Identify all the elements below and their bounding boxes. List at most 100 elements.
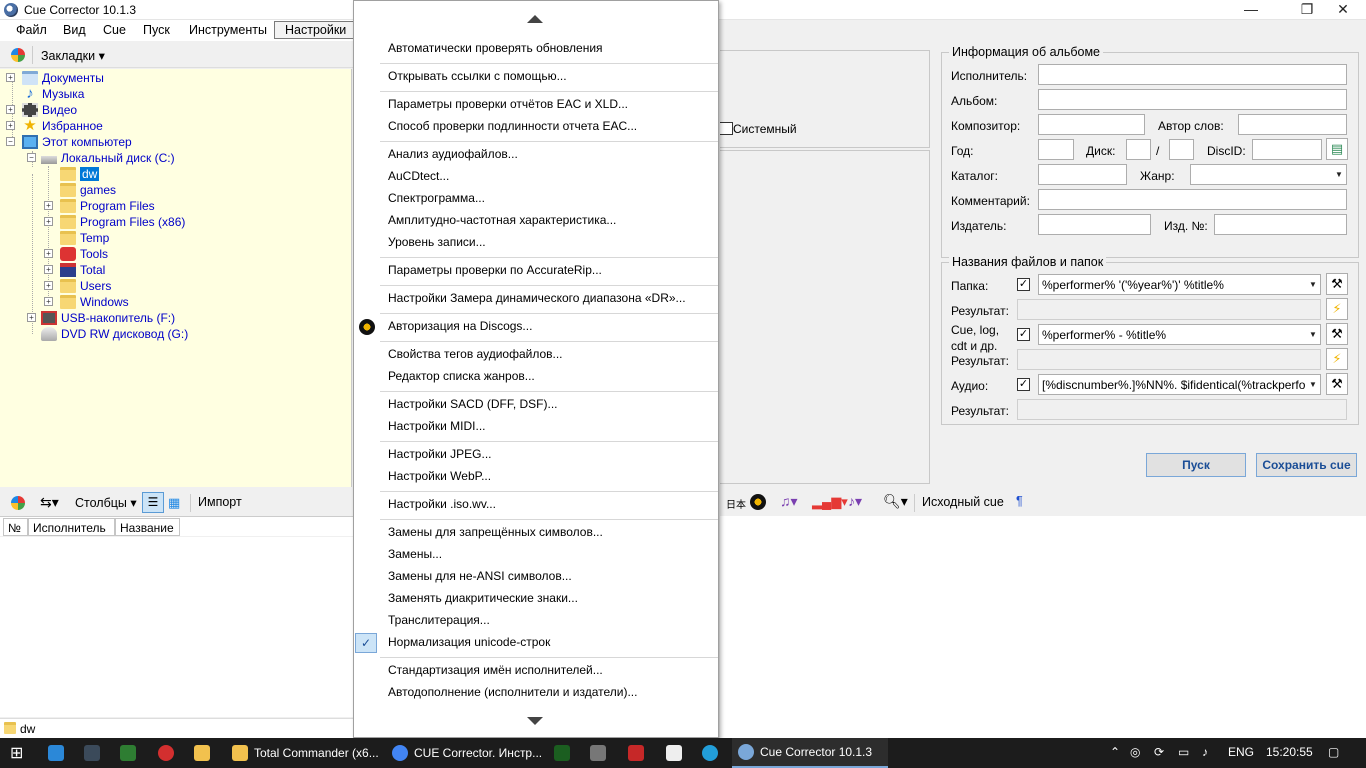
cue-content-area[interactable] [720, 516, 1366, 738]
column-number[interactable]: № [3, 518, 28, 536]
search-icon[interactable]: 🔍︎▾ [883, 493, 908, 510]
menu-item-diacritics[interactable]: Заменять диакритические знаки... [388, 588, 578, 608]
menu-view[interactable]: Вид [63, 23, 86, 37]
folder-tree[interactable]: + Документы ♪ Музыка + Видео + ★ Избранн… [0, 69, 352, 487]
album-input[interactable] [1038, 89, 1347, 110]
tree-node-favorites[interactable]: ★ Избранное [22, 118, 103, 134]
menu-item-discogs-auth[interactable]: Авторизация на Discogs... [388, 316, 532, 336]
tree-node-dw[interactable]: dw [60, 166, 100, 182]
system-checkbox[interactable] [720, 122, 733, 135]
expand-toggle[interactable]: + [44, 281, 53, 290]
swap-arrows-icon[interactable]: ⇆▾ [40, 494, 59, 511]
start-button[interactable]: Пуск [1146, 453, 1246, 477]
table-view-icon[interactable]: ▦ [168, 495, 180, 511]
tree-node-documents[interactable]: Документы [22, 70, 104, 86]
menu-item-eac-xld-check[interactable]: Параметры проверки отчётов EAC и XLD... [388, 94, 628, 114]
publisher-input[interactable] [1038, 214, 1151, 235]
refresh-icon[interactable] [11, 48, 25, 62]
menu-item-sacd-settings[interactable]: Настройки SACD (DFF, DSF)... [388, 394, 558, 414]
expand-toggle[interactable]: + [44, 201, 53, 210]
tree-node-music[interactable]: ♪ Музыка [22, 86, 84, 102]
menu-start[interactable]: Пуск [143, 23, 170, 37]
menu-item-unicode-normalization[interactable]: Нормализация unicode-строк [388, 632, 550, 652]
menu-scroll-down-icon[interactable] [527, 717, 543, 725]
expand-toggle[interactable]: + [6, 121, 15, 130]
audio-template-edit-icon[interactable]: ⚒ [1326, 373, 1348, 395]
tree-node-users[interactable]: Users [60, 278, 111, 294]
menu-item-aucdtect[interactable]: AuCDtect... [388, 166, 449, 186]
menu-item-spectrogram[interactable]: Спектрограмма... [388, 188, 485, 208]
expand-toggle[interactable]: + [6, 105, 15, 114]
menu-item-open-links[interactable]: Открывать ссылки с помощью... [388, 66, 567, 86]
folder-template-input[interactable]: %performer% '('%year%')' %title% ▼ [1038, 274, 1321, 295]
composer-input[interactable] [1038, 114, 1145, 135]
japanese-encoding-button[interactable]: 日本 [726, 496, 746, 511]
cue-template-input[interactable]: %performer% - %title% ▼ [1038, 324, 1321, 345]
spectrum-icon[interactable]: ▂▄▆▾ [812, 494, 848, 510]
taskbar-app-cue-corrector[interactable]: Cue Corrector 10.1.3 [732, 738, 888, 768]
year-input[interactable] [1038, 139, 1074, 160]
source-cue-button[interactable]: Исходный cue [922, 495, 1004, 509]
taskbar-pinned-app[interactable] [628, 738, 650, 768]
menu-item-genre-editor[interactable]: Редактор списка жанров... [388, 366, 535, 386]
tree-node-drive-c[interactable]: Локальный диск (C:) [41, 150, 175, 166]
tree-node-games[interactable]: games [60, 182, 116, 198]
menu-file[interactable]: Файл [16, 23, 47, 37]
lightning-icon[interactable]: ⚡ [1326, 298, 1348, 320]
tree-node-windows[interactable]: Windows [60, 294, 129, 310]
tray-app-icon[interactable]: ◎ [1130, 745, 1140, 759]
list-view-icon[interactable]: ☰ [142, 492, 164, 513]
expand-toggle[interactable]: + [44, 217, 53, 226]
menu-item-iso-wv-settings[interactable]: Настройки .iso.wv... [388, 494, 496, 514]
save-cue-button[interactable]: Сохранить cue [1256, 453, 1357, 477]
menu-item-artist-standardization[interactable]: Стандартизация имён исполнителей... [388, 660, 603, 680]
bookmarks-dropdown[interactable]: Закладки ▾ [41, 48, 105, 63]
tree-node-program-files-x86[interactable]: Program Files (x86) [60, 214, 185, 230]
menu-item-forbidden-char-replace[interactable]: Замены для запрещённых символов... [388, 522, 603, 542]
tree-node-video[interactable]: Видео [22, 102, 77, 118]
column-performer[interactable]: Исполнитель [28, 518, 115, 536]
columns-dropdown[interactable]: Столбцы ▾ [75, 495, 137, 510]
expand-toggle[interactable]: + [27, 313, 36, 322]
expand-toggle[interactable]: + [44, 265, 53, 274]
cue-template-checkbox[interactable]: ✓ [1017, 328, 1030, 341]
calculator-icon[interactable]: ▤ [1326, 138, 1348, 160]
minimize-button[interactable]: — [1228, 0, 1274, 20]
refresh-icon[interactable] [11, 496, 25, 510]
menu-item-transliteration[interactable]: Транслитерация... [388, 610, 490, 630]
menu-item-accuraterip[interactable]: Параметры проверки по AccurateRip... [388, 260, 602, 280]
audio-note-icon[interactable]: ♪▾ [848, 493, 862, 510]
import-button[interactable]: Импорт [198, 495, 242, 509]
track-list[interactable] [0, 537, 353, 717]
clock[interactable]: 15:20:55 [1266, 745, 1313, 759]
performer-input[interactable] [1038, 64, 1347, 85]
menu-item-frequency-response[interactable]: Амплитудно-частотная характеристика... [388, 210, 616, 230]
disc-number-input[interactable] [1126, 139, 1151, 160]
menu-scroll-up-icon[interactable] [527, 15, 543, 23]
menu-item-audio-analysis[interactable]: Анализ аудиофайлов... [388, 144, 518, 164]
discid-input[interactable] [1252, 139, 1322, 160]
taskbar-pinned-app[interactable] [48, 738, 70, 768]
taskbar-pinned-app[interactable] [666, 738, 688, 768]
menu-item-eac-auth-method[interactable]: Способ проверки подлинности отчета EAC..… [388, 116, 637, 136]
menu-item-webp-settings[interactable]: Настройки WebP... [388, 466, 491, 486]
volume-icon[interactable]: ♪ [1202, 745, 1208, 759]
folder-template-checkbox[interactable]: ✓ [1017, 278, 1030, 291]
menu-item-auto-update[interactable]: Автоматически проверять обновления [388, 38, 603, 58]
notifications-icon[interactable]: ▢ [1328, 745, 1339, 759]
catalog-input[interactable] [1038, 164, 1127, 185]
menu-item-jpeg-settings[interactable]: Настройки JPEG... [388, 444, 492, 464]
menu-tools[interactable]: Инструменты [189, 23, 267, 37]
menu-item-recording-level[interactable]: Уровень записи... [388, 232, 486, 252]
tree-node-total[interactable]: Total [60, 262, 105, 278]
menu-settings[interactable]: Настройки [274, 21, 358, 39]
tree-node-temp[interactable]: Temp [60, 230, 109, 246]
taskbar-pinned-app[interactable] [554, 738, 576, 768]
taskbar-app-chrome[interactable]: CUE Corrector. Инстр... [386, 738, 542, 768]
publisher-number-input[interactable] [1214, 214, 1347, 235]
tree-node-this-pc[interactable]: Этот компьютер [22, 134, 132, 150]
menu-item-midi-settings[interactable]: Настройки MIDI... [388, 416, 486, 436]
comment-input[interactable] [1038, 189, 1347, 210]
discogs-icon[interactable] [750, 494, 766, 510]
windows-start-icon[interactable]: ⊞ [10, 738, 23, 768]
